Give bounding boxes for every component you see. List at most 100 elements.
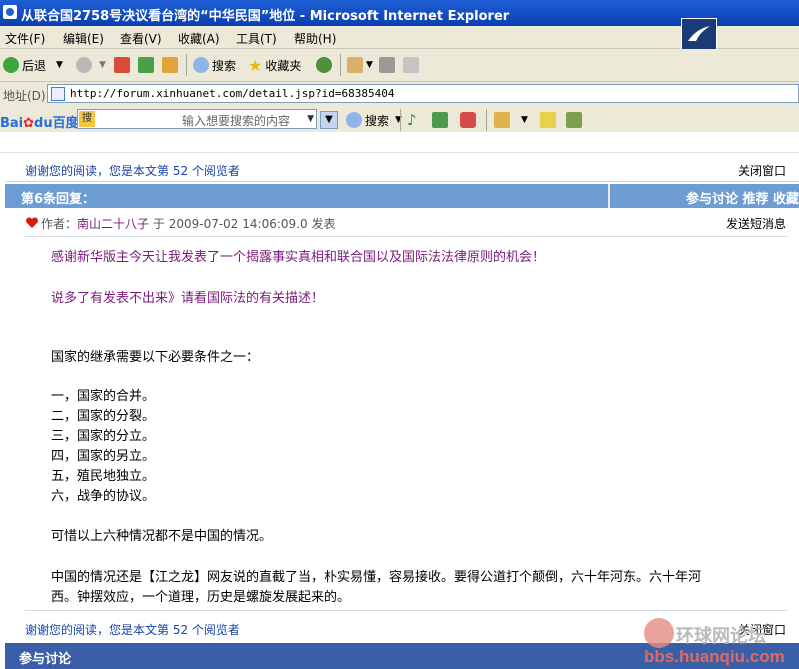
baidu-news-button[interactable] [460, 110, 479, 130]
author-row: 作者：南山二十八子 于 2009-07-02 14:06:09.0 发表 [25, 215, 335, 232]
menu-help[interactable]: 帮助(H) [294, 30, 336, 47]
menu-edit[interactable]: 编辑(E) [63, 30, 104, 47]
refresh-button[interactable] [138, 55, 157, 75]
highlight-dropdown-icon[interactable]: ▼ [521, 115, 528, 125]
baidu-search-placeholder: 输入想要搜索的内容 [181, 114, 290, 128]
back-label: 后退 [22, 58, 47, 73]
post-line-1: 感谢新华版主今天让我发表了一个揭露事实真相和联合国以及国际法法律原则的机会！ [51, 250, 546, 265]
baidu-music-button[interactable]: ♪ [407, 110, 417, 130]
baidu-tools-button[interactable] [566, 110, 585, 130]
baidu-search-input[interactable]: 搜 输入想要搜索的内容 ▼ [77, 109, 317, 129]
paw-tools-icon [566, 112, 582, 128]
address-label: 地址(D) [3, 89, 46, 103]
window-titlebar: 从联合国2758号决议看台湾的“中华民国”地位 - Microsoft Inte… [0, 0, 799, 26]
post-time: 2009-07-02 14:06:09.0 [168, 217, 308, 231]
forward-arrow-icon [76, 57, 92, 73]
author-prefix: 作者： [41, 217, 78, 231]
baidu-toolbar: Bai✿du百度 ▼ 搜 输入想要搜索的内容 ▼ ▼ 搜索 ▼ ♪ ▼ [0, 107, 799, 133]
mail-button[interactable]: ▼ [347, 55, 373, 75]
printer-icon [379, 57, 395, 73]
post-suffix: 发表 [311, 217, 336, 231]
toolbar-separator [340, 54, 341, 76]
print-button[interactable] [379, 55, 398, 75]
search-magnifier-icon [346, 112, 362, 128]
back-button[interactable]: 后退 ▼ [3, 55, 63, 75]
post-line-7: 四，国家的另立。 [51, 449, 156, 464]
join-discussion-link[interactable]: 参与讨论 [19, 648, 71, 667]
post-line-9: 六，战争的协议。 [51, 489, 156, 504]
toolbar-separator [400, 109, 401, 131]
stop-icon [114, 57, 130, 73]
baidu-pen-button[interactable] [540, 110, 559, 130]
home-button[interactable] [162, 55, 181, 75]
back-arrow-icon [3, 57, 19, 73]
discussion-footer-bar: 参与讨论 [5, 643, 799, 669]
post-line-6: 三，国家的分立。 [51, 429, 156, 444]
post-line-8: 五，殖民地独立。 [51, 469, 156, 484]
page-content: 谢谢您的阅读，您是本文第 52 个阅览者 关闭窗口 第6条回复： 参与讨论 推荐… [0, 132, 799, 669]
close-window-link-bottom[interactable]: 关闭窗口 [738, 621, 786, 638]
edit-button[interactable] [403, 55, 422, 75]
reply-header-bar: 第6条回复： 参与讨论 推荐 收藏 [5, 184, 799, 208]
reader-count-bottom: 谢谢您的阅读，您是本文第 52 个阅览者 [25, 623, 240, 637]
favorites-button[interactable]: ★ 收藏夹 [248, 55, 301, 75]
baidu-search-label: 搜索 [365, 113, 390, 128]
menu-tools[interactable]: 工具(T) [236, 30, 277, 47]
header-divider [608, 184, 610, 208]
page-icon [51, 87, 65, 101]
baidu-input-dropdown-icon[interactable]: ▼ [307, 114, 314, 124]
reply-actions[interactable]: 参与讨论 推荐 收藏 [686, 188, 799, 207]
post-line-5: 二，国家的分裂。 [51, 409, 156, 424]
post-line-10: 可惜以上六种情况都不是中国的情况。 [51, 529, 273, 544]
baidu-search-button[interactable]: 搜索 ▼ [346, 110, 402, 130]
send-message-link[interactable]: 发送短消息 [726, 215, 786, 232]
favorites-star-icon: ★ [248, 55, 263, 75]
baidu-logo-mid: du [34, 116, 53, 131]
history-button[interactable] [316, 55, 335, 75]
favorites-label: 收藏夹 [265, 58, 302, 73]
menu-view[interactable]: 查看(V) [120, 30, 162, 47]
home-icon [162, 57, 178, 73]
stop-button[interactable] [114, 55, 133, 75]
divider [0, 152, 799, 153]
mail-icon [347, 57, 363, 73]
refresh-icon [138, 57, 154, 73]
baidu-highlight-button[interactable]: ▼ [494, 110, 528, 130]
address-input[interactable]: http://forum.xinhuanet.com/detail.jsp?id… [47, 84, 799, 103]
baidu-logo-prefix: Bai [0, 116, 24, 131]
document-edit-icon [403, 57, 419, 73]
baidu-history-dropdown[interactable]: ▼ [320, 111, 338, 129]
post-line-12: 西。钟摆效应，一个道理，历史是螺旋发展起来的。 [51, 590, 351, 605]
address-url: http://forum.xinhuanet.com/detail.jsp?id… [70, 87, 395, 100]
back-dropdown-icon[interactable]: ▼ [56, 60, 63, 70]
search-label: 搜索 [212, 58, 237, 73]
post-line-3: 国家的继承需要以下必要条件之一： [51, 350, 260, 365]
history-icon [316, 57, 332, 73]
mail-dropdown-icon[interactable]: ▼ [366, 60, 373, 70]
reader-count-top: 谢谢您的阅读，您是本文第 52 个阅览者 [25, 164, 240, 178]
author-mid: 于 [152, 217, 165, 231]
forward-button[interactable]: ▼ [76, 55, 106, 75]
ie-throbber-logo [681, 18, 717, 50]
divider [25, 610, 787, 611]
window-title: 从联合国2758号决议看台湾的“中华民国”地位 - Microsoft Inte… [21, 9, 510, 24]
search-button[interactable]: 搜索 [193, 55, 236, 75]
close-window-link-top[interactable]: 关闭窗口 [738, 162, 786, 179]
forward-dropdown-icon[interactable]: ▼ [99, 60, 106, 70]
heart-icon [25, 217, 39, 228]
author-name[interactable]: 南山二十八子 [77, 217, 149, 231]
menu-bar: 文件(F) 编辑(E) 查看(V) 收藏(A) 工具(T) 帮助(H) [0, 26, 799, 49]
divider [5, 181, 799, 182]
news-icon [460, 112, 476, 128]
menu-file[interactable]: 文件(F) [5, 30, 45, 47]
post-line-2: 说多了有发表不出来》请看国际法的有关描述！ [51, 291, 325, 306]
reply-title: 第6条回复： [21, 192, 96, 207]
toolbar-separator [186, 54, 187, 76]
address-bar: 地址(D) http://forum.xinhuanet.com/detail.… [0, 82, 799, 108]
baidu-image-button[interactable] [432, 110, 451, 130]
image-icon [432, 112, 448, 128]
baidu-paw-icon: ✿ [23, 116, 35, 131]
ie-page-icon [3, 5, 17, 19]
menu-favorites[interactable]: 收藏(A) [178, 30, 220, 47]
post-line-11: 中国的情况还是【江之龙】网友说的直截了当，朴实易懂，容易接收。要得公道打个颠倒，… [51, 570, 702, 585]
